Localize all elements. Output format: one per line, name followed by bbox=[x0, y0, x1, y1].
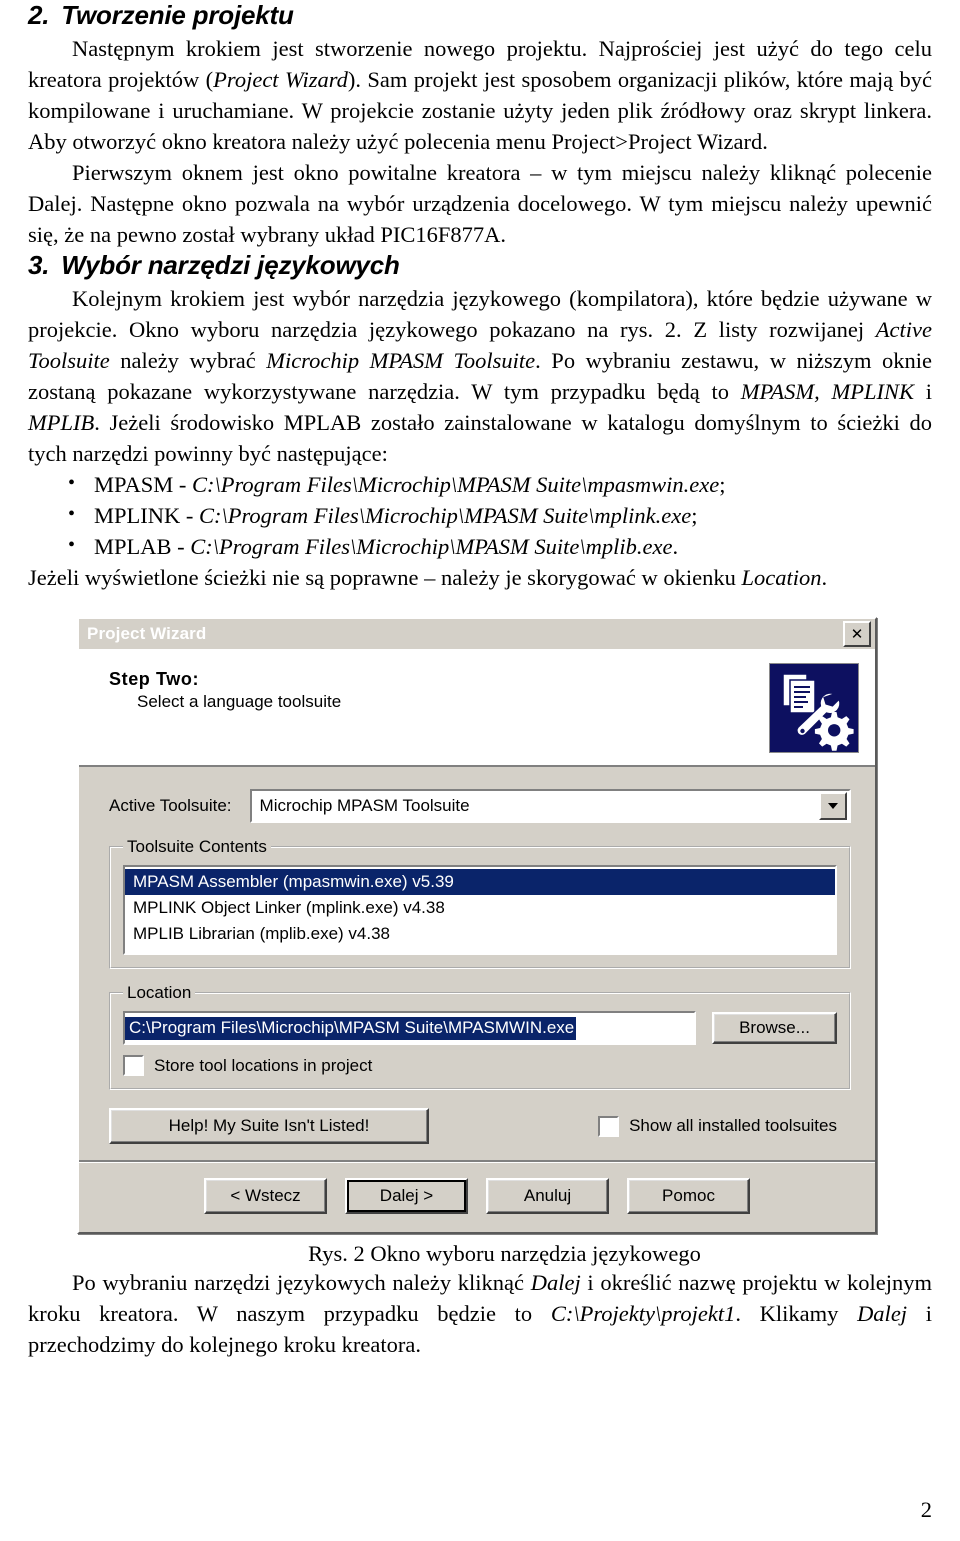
show-all-toolsuites-row[interactable]: Show all installed toolsuites bbox=[598, 1115, 837, 1137]
paragraph-project-intro: Następnym krokiem jest stworzenie nowego… bbox=[28, 33, 932, 157]
tool-text-a: Kolejnym krokiem jest wybór narzędzia ję… bbox=[28, 286, 932, 342]
tool-text-d: i bbox=[913, 379, 932, 404]
help-row: Help! My Suite Isn't Listed! Show all in… bbox=[109, 1104, 851, 1160]
active-toolsuite-row: Active Toolsuite: Microchip MPASM Toolsu… bbox=[109, 789, 851, 823]
tool-paths-list: MPASM - C:\Program Files\Microchip\MPASM… bbox=[28, 468, 932, 562]
list-item: MPLINK - C:\Program Files\Microchip\MPAS… bbox=[64, 499, 932, 531]
term-dalej-1: Dalej bbox=[530, 1270, 581, 1295]
figure-project-wizard: Project Wizard ✕ Step Two: Select a lang… bbox=[28, 617, 932, 1267]
active-toolsuite-select[interactable]: Microchip MPASM Toolsuite bbox=[249, 789, 851, 823]
dialog-body: Active Toolsuite: Microchip MPASM Toolsu… bbox=[79, 767, 875, 1160]
heading-tworzenie-projektu: 2. Tworzenie projektu bbox=[28, 0, 932, 33]
paragraph-paths-correction: Jeżeli wyświetlone ścieżki nie są popraw… bbox=[28, 562, 932, 593]
tool-name: MPLINK - bbox=[94, 503, 199, 528]
toolsuite-contents-listbox[interactable]: MPASM Assembler (mpasmwin.exe) v5.39 MPL… bbox=[123, 865, 837, 955]
store-tool-locations-row[interactable]: Store tool locations in project bbox=[123, 1055, 837, 1076]
show-all-toolsuites-label: Show all installed toolsuites bbox=[629, 1116, 837, 1135]
toolsuite-contents-legend: Toolsuite Contents bbox=[127, 837, 267, 856]
show-all-toolsuites-checkbox[interactable] bbox=[598, 1115, 620, 1137]
dialog-header-band: Step Two: Select a language toolsuite bbox=[79, 649, 875, 767]
location-group: Location C:\Program Files\Microchip\MPAS… bbox=[109, 983, 851, 1090]
chevron-down-icon[interactable] bbox=[819, 792, 847, 820]
correction-text-b: . bbox=[821, 565, 828, 590]
tool-path: C:\Program Files\Microchip\MPASM Suite\m… bbox=[190, 534, 673, 559]
wizard-tools-icon bbox=[769, 663, 859, 753]
tool-suffix: . bbox=[672, 534, 679, 559]
tool-name: MPLAB - bbox=[94, 534, 191, 559]
active-toolsuite-value: Microchip MPASM Toolsuite bbox=[259, 796, 470, 815]
list-item: MPLAB - C:\Program Files\Microchip\MPASM… bbox=[64, 530, 932, 562]
tool-text-b: należy wybrać bbox=[109, 348, 267, 373]
step-title: Step Two: bbox=[109, 669, 200, 689]
back-button[interactable]: < Wstecz bbox=[204, 1178, 327, 1214]
heading-text-3: Wybór narzędzi językowych bbox=[61, 250, 400, 280]
tool-name: MPASM - bbox=[94, 472, 192, 497]
close-icon[interactable]: ✕ bbox=[843, 621, 871, 647]
list-item[interactable]: MPASM Assembler (mpasmwin.exe) v5.39 bbox=[125, 869, 835, 895]
heading-text: Tworzenie projektu bbox=[61, 0, 294, 30]
term-dalej-2: Dalej bbox=[857, 1301, 908, 1326]
correction-text-a: Jeżeli wyświetlone ścieżki nie są popraw… bbox=[28, 565, 742, 590]
term-microchip-mpasm-toolsuite: Microchip MPASM Toolsuite bbox=[266, 348, 536, 373]
step-text-block: Step Two: Select a language toolsuite bbox=[109, 663, 769, 712]
heading-number-3: 3. bbox=[28, 250, 50, 280]
next-button[interactable]: Dalej > bbox=[345, 1178, 468, 1214]
step-subtitle: Select a language toolsuite bbox=[137, 692, 342, 711]
location-row: C:\Program Files\Microchip\MPASM Suite\M… bbox=[123, 1011, 837, 1045]
active-toolsuite-label: Active Toolsuite: bbox=[109, 796, 232, 815]
tool-path: C:\Program Files\Microchip\MPASM Suite\m… bbox=[191, 472, 720, 497]
cancel-button[interactable]: Anuluj bbox=[486, 1178, 609, 1214]
location-value: C:\Program Files\Microchip\MPASM Suite\M… bbox=[125, 1016, 577, 1040]
location-input[interactable]: C:\Program Files\Microchip\MPASM Suite\M… bbox=[123, 1011, 696, 1045]
paragraph-first-window: Pierwszym oknem jest okno powitalne krea… bbox=[28, 160, 932, 247]
term-mplib: MPLIB bbox=[28, 410, 95, 435]
dialog-title: Project Wizard bbox=[87, 624, 207, 643]
help-button[interactable]: Pomoc bbox=[627, 1178, 750, 1214]
list-item: MPASM - C:\Program Files\Microchip\MPASM… bbox=[64, 468, 932, 500]
tool-suffix: ; bbox=[691, 503, 698, 528]
heading-number: 2. bbox=[28, 0, 50, 30]
list-item[interactable]: MPLIB Librarian (mplib.exe) v4.38 bbox=[125, 921, 835, 947]
page-number: 2 bbox=[920, 1497, 932, 1522]
figure-caption: Rys. 2 Okno wyboru narzędzia językowego bbox=[308, 1241, 701, 1266]
tool-suffix: ; bbox=[719, 472, 726, 497]
store-tool-locations-checkbox[interactable] bbox=[123, 1055, 144, 1076]
closing-text-c: . Klikamy bbox=[735, 1301, 858, 1326]
paragraph-toolsuite-selection: Kolejnym krokiem jest wybór narzędzia ję… bbox=[28, 283, 932, 469]
term-location: Location bbox=[741, 565, 822, 590]
paragraph-closing: Po wybraniu narzędzi językowych należy k… bbox=[28, 1267, 932, 1360]
tool-path: C:\Program Files\Microchip\MPASM Suite\m… bbox=[199, 503, 692, 528]
document-page: 2. Tworzenie projektu Następnym krokiem j… bbox=[0, 0, 960, 1541]
dialog-titlebar: Project Wizard ✕ bbox=[79, 619, 875, 649]
term-project-wizard: Project Wizard bbox=[213, 67, 348, 92]
location-legend: Location bbox=[127, 983, 192, 1002]
term-project-path: C:\Projekty\projekt1 bbox=[550, 1301, 736, 1326]
toolsuite-contents-group: Toolsuite Contents MPASM Assembler (mpas… bbox=[109, 837, 851, 969]
project-wizard-dialog: Project Wizard ✕ Step Two: Select a lang… bbox=[77, 617, 877, 1234]
closing-text-a: Po wybraniu narzędzi językowych należy k… bbox=[72, 1270, 531, 1295]
term-mpasm-mplink: MPASM, MPLINK bbox=[740, 379, 914, 404]
browse-button[interactable]: Browse... bbox=[712, 1012, 837, 1044]
list-item[interactable]: MPLINK Object Linker (mplink.exe) v4.38 bbox=[125, 895, 835, 921]
dialog-footer: < Wstecz Dalej > Anuluj Pomoc bbox=[79, 1160, 875, 1232]
store-tool-locations-label: Store tool locations in project bbox=[154, 1055, 373, 1075]
help-my-suite-button[interactable]: Help! My Suite Isn't Listed! bbox=[109, 1108, 429, 1144]
tool-text-e: . Jeżeli środowisko MPLAB zostało zainst… bbox=[28, 410, 932, 466]
heading-wybor-narzedzi: 3. Wybór narzędzi językowych bbox=[28, 250, 932, 283]
